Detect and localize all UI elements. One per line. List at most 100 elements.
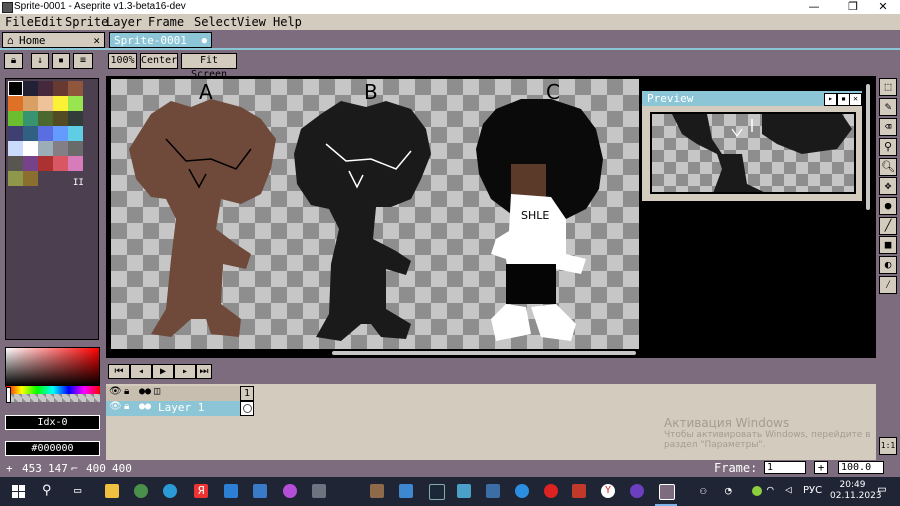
color-hex-field[interactable]: #000000	[5, 441, 100, 456]
menu-select[interactable]: Select	[194, 14, 237, 30]
palette-swatch[interactable]	[68, 141, 83, 156]
palette-swatch[interactable]	[8, 126, 23, 141]
network-app-icon[interactable]	[515, 484, 529, 498]
palette-swatch[interactable]	[53, 96, 68, 111]
eye-icon[interactable]: 👁︎	[109, 386, 122, 397]
menu-help[interactable]: Help	[273, 14, 302, 30]
sprite-canvas[interactable]: A B C SHLE	[111, 79, 639, 349]
palette-swatch[interactable]	[23, 156, 38, 171]
rectangle-tool-icon[interactable]: ■	[879, 236, 897, 254]
search-icon[interactable]: ⚲	[42, 483, 52, 498]
tab-close-icon[interactable]: ✕	[93, 33, 100, 49]
vertical-scrollbar[interactable]	[866, 84, 870, 210]
color-spectrum[interactable]	[5, 347, 100, 387]
palette-swatch[interactable]	[8, 111, 23, 126]
fit-screen-button[interactable]: Fit Screen	[181, 53, 237, 80]
tray-icon[interactable]: ◔	[725, 484, 732, 497]
palette-swatch[interactable]	[23, 111, 38, 126]
cel-frame-1[interactable]	[240, 401, 254, 416]
usb-icon[interactable]	[370, 484, 384, 498]
store-icon[interactable]	[253, 484, 267, 498]
slider-handle[interactable]	[6, 387, 11, 403]
network-icon[interactable]: ◠	[767, 483, 774, 496]
palette-swatch[interactable]	[8, 171, 23, 186]
palette-swatch[interactable]	[53, 81, 68, 96]
palette-swatch[interactable]	[38, 81, 53, 96]
layer-row[interactable]: 👁︎ 🔒︎ ●● Layer 1	[106, 401, 254, 416]
eraser-tool-icon[interactable]: ⌫	[879, 118, 897, 136]
download-icon[interactable]: ↓	[31, 53, 49, 69]
menu-layer[interactable]: Layer	[106, 14, 142, 30]
palette-swatch[interactable]	[68, 126, 83, 141]
windows-start-icon[interactable]	[12, 485, 26, 499]
tab-sprite[interactable]: Sprite-0001 ●	[109, 32, 212, 48]
mail-icon[interactable]	[224, 484, 238, 498]
obs-icon[interactable]	[630, 484, 644, 498]
zoom-input[interactable]: 100.0	[838, 461, 884, 474]
people-icon[interactable]: ⚇	[700, 484, 707, 497]
palette-swatch[interactable]	[38, 111, 53, 126]
palette-swatch[interactable]	[38, 96, 53, 111]
last-frame-icon[interactable]: ⏭	[196, 364, 212, 379]
palette-swatch[interactable]	[8, 156, 23, 171]
move-tool-icon[interactable]: ✥	[879, 177, 897, 195]
layer-visibility-icon[interactable]: 👁︎	[109, 401, 122, 412]
layer-lock-icon[interactable]: 🔒︎	[124, 401, 129, 412]
chrome-icon[interactable]	[134, 484, 148, 498]
photos-icon[interactable]	[399, 484, 413, 498]
marquee-tool-icon[interactable]: ⬚	[879, 78, 897, 96]
notes-icon[interactable]	[457, 484, 471, 498]
task-view-icon[interactable]: ▭	[74, 483, 81, 497]
camera-icon[interactable]	[312, 484, 326, 498]
media-icon[interactable]	[572, 484, 586, 498]
padlock-icon[interactable]: 🔒︎	[124, 386, 129, 397]
palette-swatch[interactable]	[23, 126, 38, 141]
prev-frame-icon[interactable]: ◂	[130, 364, 152, 379]
center-button[interactable]: Center	[140, 53, 178, 69]
aseprite-taskbar-icon[interactable]	[659, 484, 675, 500]
palette-swatch[interactable]	[38, 141, 53, 156]
menu-edit[interactable]: Edit	[34, 14, 63, 30]
menu-view[interactable]: View	[237, 14, 266, 30]
palette-swatch[interactable]	[68, 111, 83, 126]
clock[interactable]: 20:49 02.11.2023	[830, 480, 882, 502]
palette-swatch[interactable]	[23, 81, 38, 96]
palette-swatch[interactable]	[38, 156, 53, 171]
file-explorer-icon[interactable]	[105, 484, 119, 498]
notifications-icon[interactable]: ▭	[878, 482, 886, 497]
preview-close-icon[interactable]: ✕	[849, 93, 862, 106]
palette-swatch[interactable]	[8, 81, 23, 96]
palette-swatch[interactable]	[53, 126, 68, 141]
pencil-tool-icon[interactable]: ✎	[879, 98, 897, 116]
onion-skin-icon[interactable]: ◫	[154, 386, 160, 397]
calculator-icon[interactable]	[486, 484, 500, 498]
ink-tool-icon[interactable]: ⁄	[879, 276, 897, 294]
horizontal-scrollbar[interactable]	[332, 351, 636, 355]
edge-icon[interactable]	[163, 484, 177, 498]
first-frame-icon[interactable]: ⏮	[108, 364, 130, 379]
palette-swatch[interactable]	[53, 141, 68, 156]
palette-swatch[interactable]	[68, 81, 83, 96]
language-indicator[interactable]: РУС	[803, 485, 822, 496]
preview-play-icon[interactable]: ▸	[824, 93, 837, 106]
yandex-browser-icon[interactable]: Y	[601, 484, 615, 498]
preview-window[interactable]: Preview ▸ ▪ ✕	[641, 90, 863, 202]
frame-header-1[interactable]: 1	[240, 386, 254, 401]
tab-home[interactable]: ⌂ Home ✕	[2, 32, 105, 48]
save-icon[interactable]: ▪	[52, 53, 70, 69]
palette-swatch[interactable]	[23, 96, 38, 111]
play-icon[interactable]: ▶	[152, 364, 174, 379]
palette-menu-icon[interactable]: ≡	[73, 53, 93, 69]
blur-tool-icon[interactable]: ◐	[879, 256, 897, 274]
menu-file[interactable]: File	[5, 14, 34, 30]
fill-tool-icon[interactable]: ●	[879, 197, 897, 215]
line-tool-icon[interactable]: ╱	[879, 217, 897, 235]
menu-sprite[interactable]: Sprite	[65, 14, 108, 30]
palette-swatch[interactable]	[23, 141, 38, 156]
app-icon[interactable]	[283, 484, 297, 498]
palette-swatch[interactable]	[53, 111, 68, 126]
minimize-button[interactable]: —	[797, 0, 831, 14]
continuous-icon[interactable]: ●●	[139, 386, 151, 397]
palette-swatch[interactable]	[68, 96, 83, 111]
palette-swatch[interactable]	[23, 171, 38, 186]
